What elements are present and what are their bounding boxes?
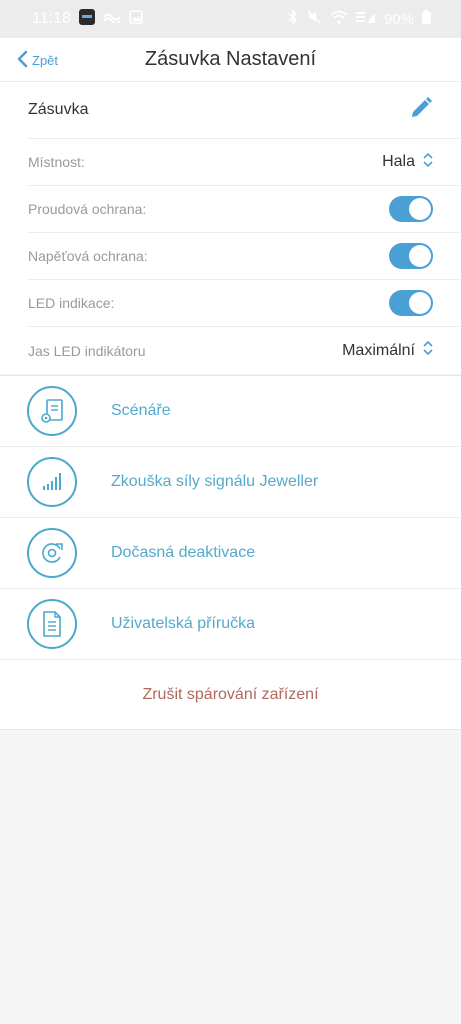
wifi-icon [330,10,348,29]
battery-percent: 90% [383,10,414,28]
signal-strength-icon [27,457,77,507]
scenarios-icon [27,386,77,436]
settings-card: Zásuvka Místnost: Hala Proudová ochrana:… [0,82,461,374]
unpair-device-button[interactable]: Zrušit spárování zařízení [0,660,461,730]
actions-section: Scénáře Zkouška síly signálu Jeweller Do… [0,375,461,730]
voltage-protection-label: Napěťová ochrana: [28,248,148,264]
menu-label: Zkouška síly signálu Jeweller [111,473,319,490]
user-manual-icon [27,599,77,649]
chevron-left-icon [16,50,28,71]
bluetooth-icon [288,8,298,30]
updown-chevron-icon [423,340,433,361]
mobile-signal-icon [355,10,376,29]
menu-label: Uživatelská příručka [111,615,256,632]
menu-item-user-manual[interactable]: Uživatelská příručka [0,589,461,660]
voltage-protection-toggle[interactable] [389,243,433,269]
menu-label: Dočasná deaktivace [111,544,256,561]
device-name-row: Zásuvka [28,82,461,139]
room-value: Hala [382,153,415,170]
updown-chevron-icon [423,152,433,173]
mute-icon [306,9,322,30]
voltage-protection-row: Napěťová ochrana: [28,233,461,280]
led-brightness-value: Maximální [342,341,415,359]
edit-pencil-icon[interactable] [409,96,433,125]
back-button[interactable]: Zpět [16,38,58,82]
room-label: Místnost: [28,154,85,170]
led-indication-label: LED indikace: [28,295,115,311]
device-name: Zásuvka [28,101,89,118]
led-brightness-row[interactable]: Jas LED indikátoru Maximální [28,327,461,374]
menu-item-temporary-deactivation[interactable]: Dočasná deaktivace [0,518,461,589]
current-protection-label: Proudová ochrana: [28,201,147,217]
battery-icon [422,9,431,29]
led-indication-toggle[interactable] [389,290,433,316]
menu-label: Scénáře [111,402,171,419]
cast-icon [103,10,121,28]
temporary-deactivation-icon [27,528,77,578]
nav-bar: Zpět Zásuvka Nastavení [0,38,461,82]
status-bar: 11:18 90% [0,0,461,38]
led-indication-row: LED indikace: [28,280,461,327]
current-protection-toggle[interactable] [389,196,433,222]
gallery-icon [129,9,143,29]
current-protection-row: Proudová ochrana: [28,186,461,233]
room-row[interactable]: Místnost: Hala [28,139,461,186]
app-notification-icon [78,8,95,30]
menu-item-scenarios[interactable]: Scénáře [0,376,461,447]
menu-item-signal-test[interactable]: Zkouška síly signálu Jeweller [0,447,461,518]
back-label: Zpět [32,52,59,68]
status-time: 11:18 [32,10,71,27]
led-brightness-label: Jas LED indikátoru [28,342,146,359]
page-title: Zásuvka Nastavení [144,48,317,70]
